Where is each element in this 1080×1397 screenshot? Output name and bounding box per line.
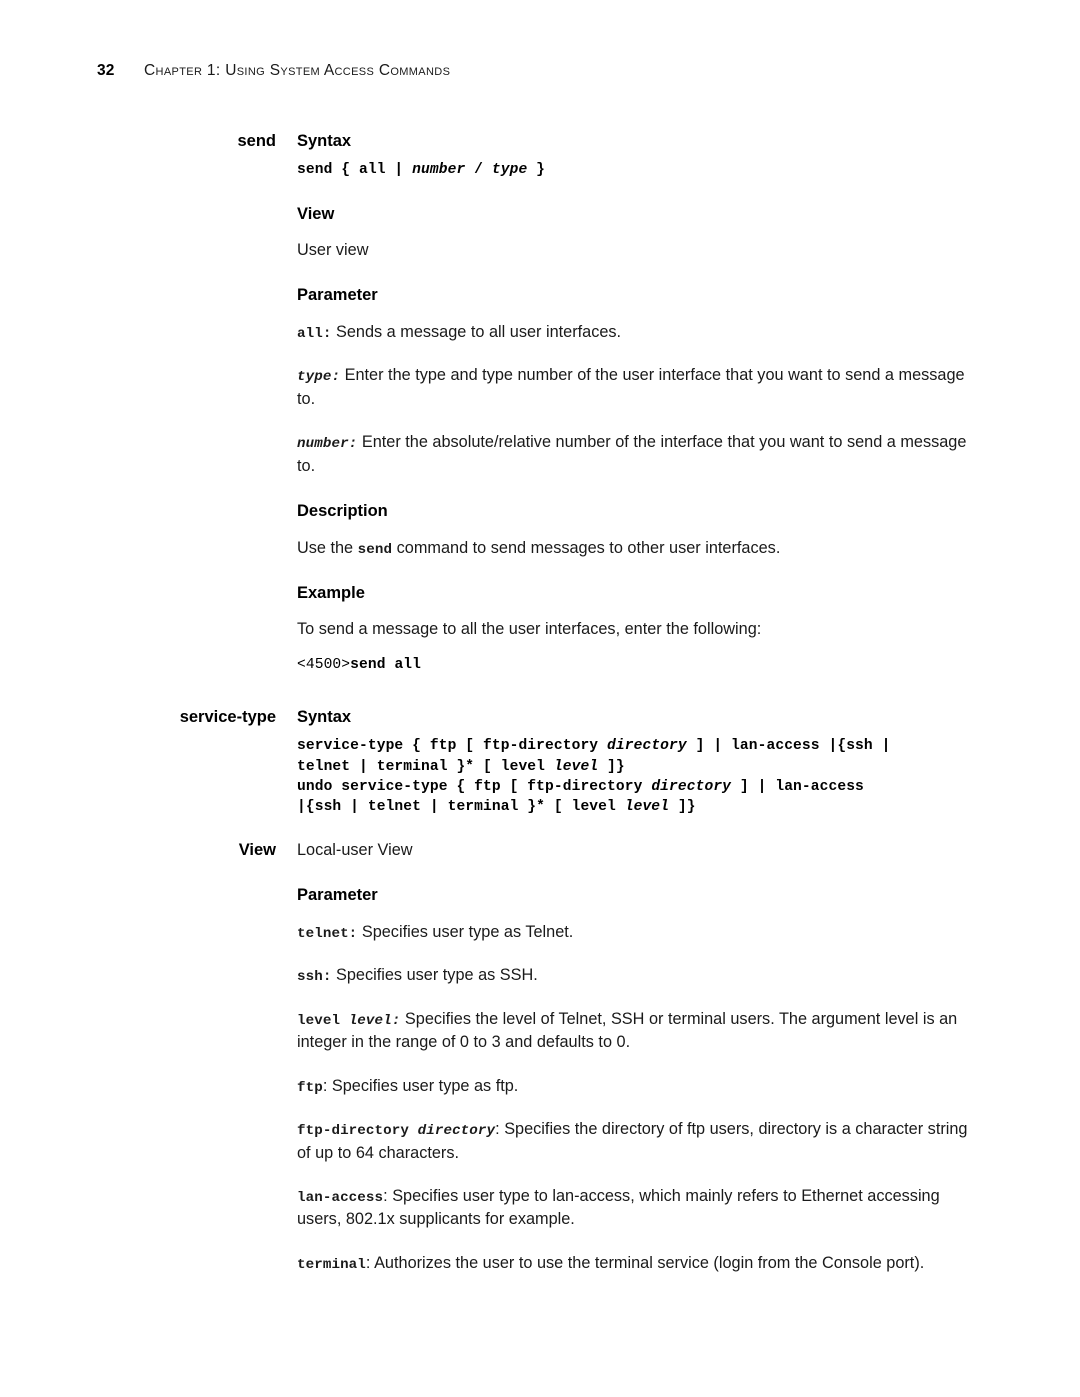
code-run: <4500>: [297, 656, 351, 673]
code-run: telnet | terminal }* [ level: [297, 758, 554, 775]
code-run: directory: [607, 738, 687, 755]
parameter-term: all:: [297, 325, 332, 342]
command-block-send: send Syntax send { all | number / type }…: [97, 130, 972, 675]
parameter-row-service-type: Parameter telnet: Specifies user type as…: [97, 884, 972, 1275]
parameter-item: lan-access: Specifies user type to lan-a…: [297, 1185, 972, 1232]
parameter-item: type: Enter the type and type number of …: [297, 364, 972, 411]
heading-parameter-service-type: Parameter: [297, 886, 378, 905]
parameter-item: level level: Specifies the level of Teln…: [297, 1008, 972, 1055]
parameter-term: terminal: [297, 1256, 366, 1273]
parameter-list-service-type: telnet: Specifies user type as Telnet. ss…: [297, 921, 972, 1276]
view-row-service-type: View Local-user View: [97, 839, 972, 862]
syntax-line: send { all | number / type }: [297, 160, 972, 180]
heading-syntax-service-type: Syntax: [297, 707, 352, 726]
code-run: level: [553, 758, 599, 775]
parameter-item: number: Enter the absolute/relative numb…: [297, 431, 972, 478]
heading-view-send: View: [297, 204, 335, 223]
parameter-description: : Authorizes the user to use the termina…: [365, 1253, 925, 1272]
parameter-term: ssh:: [297, 969, 332, 986]
code-run: }: [527, 162, 546, 179]
parameter-term: telnet:: [297, 925, 358, 942]
code-run: |{ssh | telnet | terminal }* [ level: [297, 798, 625, 815]
parameter-term: number:: [297, 436, 358, 453]
heading-parameter-send: Parameter: [297, 286, 378, 305]
parameter-description: Enter the type and type number of the us…: [297, 366, 965, 408]
code-run: undo service-type { ftp [ ftp-directory: [297, 778, 652, 795]
description-command-code: send: [357, 541, 393, 558]
parameter-term: directory: [417, 1123, 496, 1140]
code-run: send all: [350, 656, 422, 673]
code-run: ]}: [669, 798, 696, 815]
parameter-term: ftp-directory: [297, 1123, 418, 1140]
view-label-service-type: View: [238, 840, 276, 859]
page-body: send Syntax send { all | number / type }…: [97, 130, 972, 1275]
document-page: 32 Chapter 1: Using System Access Comman…: [0, 0, 1080, 1397]
heading-syntax-send: Syntax: [297, 132, 352, 150]
parameter-item: ftp: Specifies user type as ftp.: [297, 1075, 972, 1098]
syntax-line: telnet | terminal }* [ level level ]}: [297, 757, 972, 777]
example-text-send: To send a message to all the user interf…: [297, 620, 762, 639]
syntax-code-service-type: service-type { ftp [ ftp-directory direc…: [297, 736, 972, 817]
parameter-item: ssh: Specifies user type as SSH.: [297, 964, 972, 987]
parameter-description: : Specifies user type as ftp.: [322, 1076, 519, 1095]
parameter-description: Sends a message to all user interfaces.: [331, 322, 622, 341]
running-header-title: Chapter 1: Using System Access Commands: [144, 62, 451, 79]
code-run: number: [412, 162, 466, 179]
heading-description-send: Description: [297, 502, 388, 521]
view-text-send: User view: [297, 240, 369, 259]
code-run: ] | lan-access |{ssh |: [686, 738, 891, 755]
example-code-send: <4500>send all: [297, 655, 972, 675]
parameter-term: ftp: [297, 1079, 323, 1096]
parameter-item: ftp-directory directory: Specifies the d…: [297, 1118, 972, 1165]
syntax-code-send: send { all | number / type }: [297, 160, 972, 180]
code-run: ]}: [598, 758, 625, 775]
code-run: level: [624, 798, 670, 815]
parameter-term: type:: [297, 369, 341, 386]
page-number: 32: [97, 62, 115, 79]
parameter-description: Specifies user type as Telnet.: [357, 922, 574, 941]
command-name-service-type: service-type: [179, 707, 276, 726]
parameter-list-send: all: Sends a message to all user interfa…: [297, 321, 972, 478]
command-block-service-type: service-type Syntax service-type { ftp […: [97, 706, 972, 817]
running-header: 32 Chapter 1: Using System Access Comman…: [97, 62, 980, 80]
heading-example-send: Example: [297, 583, 365, 602]
parameter-term: lan-access: [297, 1189, 384, 1206]
code-run: /: [465, 162, 492, 179]
description-text-send: Use the send command to send messages to…: [297, 537, 972, 560]
parameter-item: terminal: Authorizes the user to use the…: [297, 1252, 972, 1275]
parameter-item: telnet: Specifies user type as Telnet.: [297, 921, 972, 944]
parameter-description: Enter the absolute/relative number of th…: [297, 433, 967, 475]
parameter-term: level:: [348, 1012, 401, 1029]
code-run: service-type { ftp [ ftp-directory: [297, 738, 608, 755]
syntax-line: |{ssh | telnet | terminal }* [ level lev…: [297, 797, 972, 817]
code-run: send { all |: [297, 162, 413, 179]
description-pre: Use the: [297, 538, 358, 557]
code-run: directory: [651, 778, 732, 795]
code-run: type: [491, 162, 528, 179]
syntax-line: undo service-type { ftp [ ftp-directory …: [297, 777, 972, 797]
parameter-description: : Specifies user type to lan-access, whi…: [297, 1186, 940, 1229]
code-run: ] | lan-access: [731, 778, 864, 795]
syntax-line: service-type { ftp [ ftp-directory direc…: [297, 736, 972, 756]
parameter-description: Specifies user type as SSH.: [331, 966, 538, 985]
parameter-item: all: Sends a message to all user interfa…: [297, 321, 972, 344]
command-name-send: send: [237, 132, 276, 150]
parameter-term: level: [297, 1012, 349, 1029]
description-post: command to send messages to other user i…: [392, 538, 781, 557]
view-text-service-type: Local-user View: [297, 840, 413, 859]
